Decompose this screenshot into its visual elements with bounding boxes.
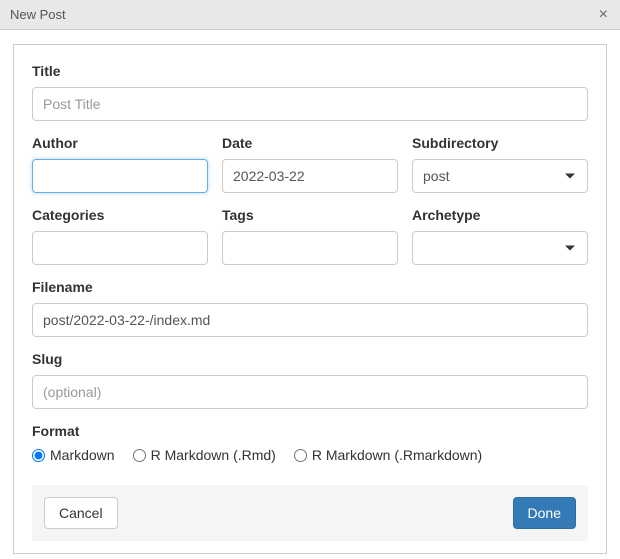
categories-field-group: Categories: [32, 207, 208, 265]
format-radio-rmarkdown[interactable]: [294, 449, 307, 462]
format-option-markdown[interactable]: Markdown: [32, 447, 115, 463]
format-field-group: Format Markdown R Markdown (.Rmd) R Mark…: [32, 423, 588, 463]
subdirectory-value: post: [423, 168, 449, 184]
date-field-group: Date: [222, 135, 398, 193]
tags-label: Tags: [222, 207, 398, 223]
slug-input[interactable]: [32, 375, 588, 409]
chevron-down-icon: [565, 174, 575, 179]
subdirectory-field-group: Subdirectory post: [412, 135, 588, 193]
author-field-group: Author: [32, 135, 208, 193]
format-radio-label: R Markdown (.Rmd): [151, 447, 276, 463]
format-radio-label: Markdown: [50, 447, 115, 463]
titlebar: New Post ×: [0, 0, 620, 30]
format-radios: Markdown R Markdown (.Rmd) R Markdown (.…: [32, 447, 588, 463]
format-option-rmd[interactable]: R Markdown (.Rmd): [133, 447, 276, 463]
tags-input[interactable]: [222, 231, 398, 265]
close-icon[interactable]: ×: [595, 5, 612, 25]
cancel-button[interactable]: Cancel: [44, 497, 118, 529]
subdirectory-select[interactable]: post: [412, 159, 588, 193]
format-option-rmarkdown[interactable]: R Markdown (.Rmarkdown): [294, 447, 482, 463]
dialog-footer: Cancel Done: [32, 485, 588, 541]
slug-label: Slug: [32, 351, 588, 367]
date-label: Date: [222, 135, 398, 151]
categories-input[interactable]: [32, 231, 208, 265]
slug-field-group: Slug: [32, 351, 588, 409]
filename-input[interactable]: [32, 303, 588, 337]
form-panel: Title Author Date Subdirectory post Cate…: [13, 44, 607, 554]
window-title: New Post: [10, 7, 66, 22]
format-radio-label: R Markdown (.Rmarkdown): [312, 447, 482, 463]
author-label: Author: [32, 135, 208, 151]
done-button[interactable]: Done: [513, 497, 576, 529]
date-input[interactable]: [222, 159, 398, 193]
archetype-select[interactable]: [412, 231, 588, 265]
format-label: Format: [32, 423, 588, 439]
format-radio-markdown[interactable]: [32, 449, 45, 462]
categories-label: Categories: [32, 207, 208, 223]
filename-field-group: Filename: [32, 279, 588, 337]
author-input[interactable]: [32, 159, 208, 193]
title-input[interactable]: [32, 87, 588, 121]
archetype-label: Archetype: [412, 207, 588, 223]
tags-field-group: Tags: [222, 207, 398, 265]
title-field-group: Title: [32, 63, 588, 121]
chevron-down-icon: [565, 246, 575, 251]
filename-label: Filename: [32, 279, 588, 295]
title-label: Title: [32, 63, 588, 79]
format-radio-rmd[interactable]: [133, 449, 146, 462]
archetype-field-group: Archetype: [412, 207, 588, 265]
subdirectory-label: Subdirectory: [412, 135, 588, 151]
